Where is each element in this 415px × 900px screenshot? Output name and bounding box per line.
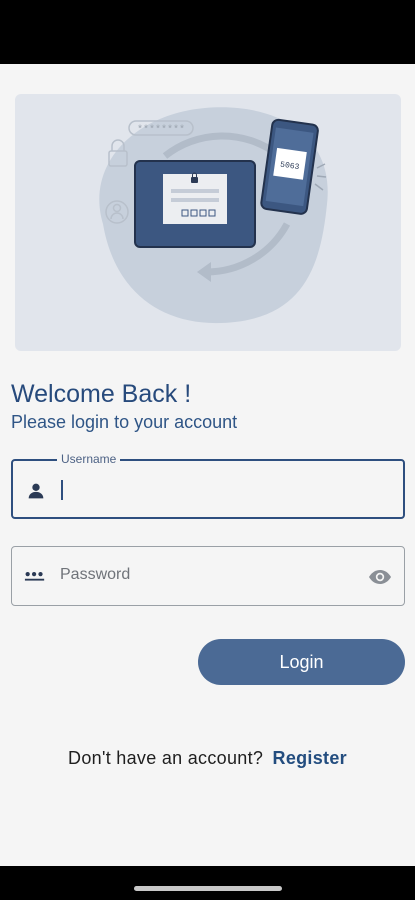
register-row: Don't have an account? Register	[0, 748, 415, 769]
login-button[interactable]: Login	[198, 639, 405, 685]
page-title: Welcome Back !	[11, 380, 192, 408]
hero-illustration: ******** 5063	[15, 94, 401, 351]
text-cursor	[61, 480, 63, 500]
status-bar	[0, 0, 415, 64]
password-field[interactable]: Password	[11, 546, 405, 606]
username-field[interactable]: Username	[11, 452, 405, 519]
username-label: Username	[57, 452, 121, 466]
password-mask: ********	[137, 124, 185, 136]
eye-icon[interactable]	[368, 565, 392, 589]
tablet-icon	[134, 160, 256, 248]
password-dots-icon	[24, 572, 45, 581]
page-subtitle: Please login to your account	[11, 412, 238, 432]
home-indicator[interactable]	[134, 886, 282, 891]
register-prompt: Don't have an account?	[68, 748, 264, 768]
password-placeholder: Password	[60, 566, 131, 583]
navigation-bar	[0, 866, 415, 900]
person-icon	[28, 483, 44, 499]
register-link[interactable]: Register	[273, 748, 347, 768]
login-illustration: ******** 5063	[99, 107, 328, 324]
